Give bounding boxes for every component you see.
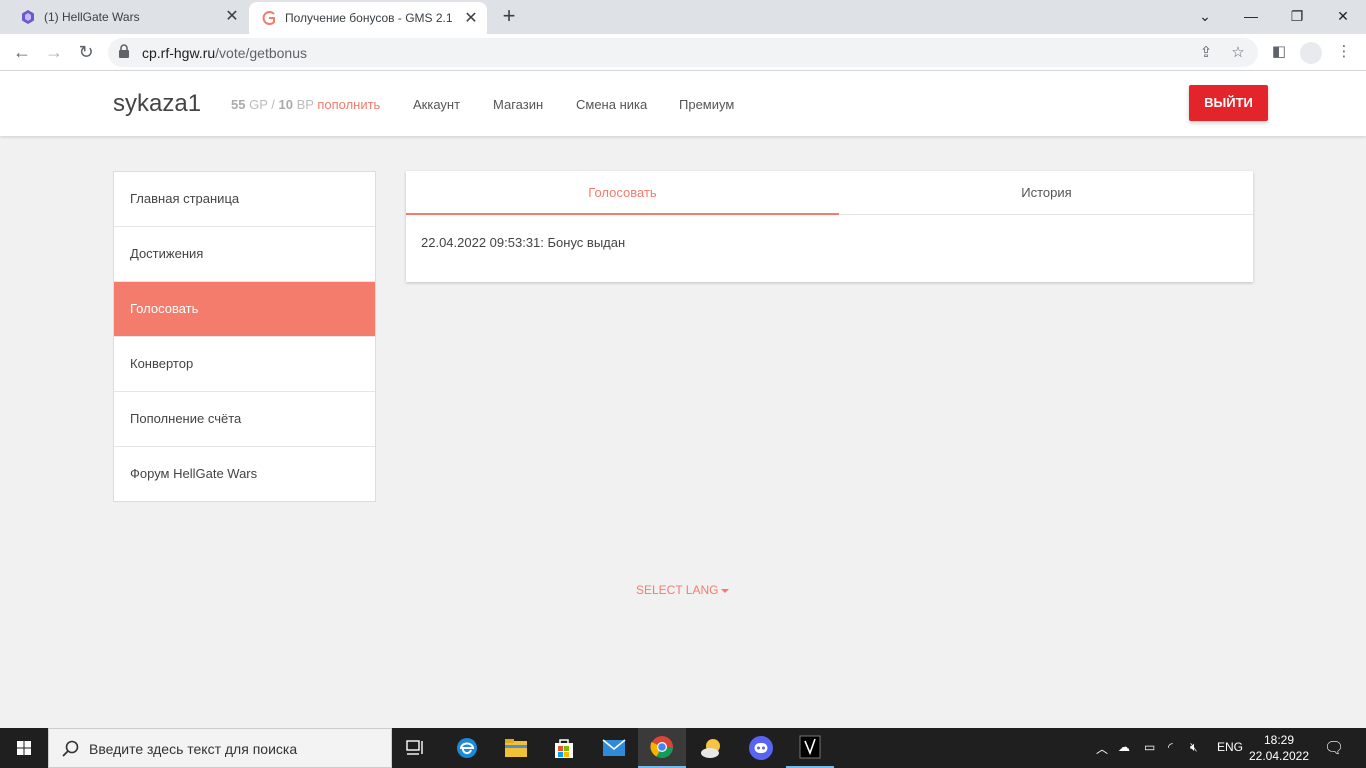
- browser-tab-hellgate[interactable]: (1) HellGate Wars ✕: [8, 0, 248, 34]
- forward-icon[interactable]: →: [42, 40, 66, 64]
- profile-avatar-icon[interactable]: [1300, 42, 1322, 64]
- gms-favicon-icon: [261, 10, 277, 26]
- topup-link[interactable]: пополнить: [317, 97, 380, 112]
- sidebar-item-forum[interactable]: Форум HellGate Wars: [114, 447, 375, 502]
- browser-tab-active[interactable]: Получение бонусов - GMS 2.1 ✕: [249, 2, 487, 34]
- restore-icon[interactable]: ❐: [1274, 4, 1320, 30]
- sidebar-item-achievements[interactable]: Достижения: [114, 227, 375, 282]
- browser-toolbar: ← → ↻ cp.rf-hgw.ru/vote/getbonus ⇪ ☆ ◧ ⋮: [0, 34, 1366, 71]
- vote-tabs: Голосовать История: [406, 171, 1253, 215]
- close-icon[interactable]: ✕: [224, 9, 240, 25]
- browser-tab-strip: (1) HellGate Wars ✕ Получение бонусов - …: [0, 0, 1366, 34]
- nav-premium[interactable]: Премиум: [679, 97, 734, 112]
- lock-icon[interactable]: [118, 44, 132, 60]
- microsoft-store-icon[interactable]: [540, 728, 588, 768]
- tab-history[interactable]: История: [830, 171, 1263, 215]
- clock-date: 22.04.2022: [1248, 749, 1310, 763]
- select-lang-label: SELECT LANG: [636, 583, 719, 597]
- sidebar-menu: Главная страница Достижения Голосовать К…: [113, 171, 376, 502]
- nav-shop[interactable]: Магазин: [493, 97, 543, 112]
- windows-taskbar: Введите здесь текст для поиска ︿ ☁ ▭ ◜ 🔇…: [0, 728, 1366, 768]
- search-icon: [61, 739, 81, 759]
- logout-button[interactable]: ВЫЙТИ: [1189, 85, 1268, 121]
- task-view-icon[interactable]: [392, 728, 440, 768]
- select-lang-dropdown[interactable]: SELECT LANG: [636, 583, 730, 597]
- vote-card: Голосовать История 22.04.2022 09:53:31: …: [406, 171, 1253, 282]
- address-bar[interactable]: cp.rf-hgw.ru/vote/getbonus ⇪ ☆: [108, 38, 1258, 67]
- sidebar-item-converter[interactable]: Конвертор: [114, 337, 375, 392]
- clock[interactable]: 18:29 22.04.2022: [1248, 732, 1310, 764]
- notifications-icon[interactable]: 🗨︎: [1324, 738, 1344, 758]
- new-tab-icon[interactable]: +: [498, 5, 520, 29]
- tab-title: Получение бонусов - GMS 2.1: [285, 11, 453, 25]
- edge-icon[interactable]: [443, 728, 491, 768]
- menu-kebab-icon[interactable]: ⋮: [1332, 40, 1356, 64]
- discord-icon[interactable]: [737, 728, 785, 768]
- nav-account[interactable]: Аккаунт: [413, 97, 460, 112]
- window-close-icon[interactable]: ✕: [1320, 4, 1366, 30]
- nav-change-nick[interactable]: Смена ника: [576, 97, 647, 112]
- share-icon[interactable]: ⇪: [1196, 43, 1216, 63]
- back-icon[interactable]: ←: [10, 40, 34, 64]
- site-header: sykaza1 55 GP / 10 BP пополнить Аккаунт …: [0, 71, 1366, 136]
- caret-down-icon: [721, 588, 730, 593]
- sidebar-item-vote[interactable]: Голосовать: [114, 282, 375, 337]
- weather-icon[interactable]: [688, 728, 736, 768]
- sidebar-item-home[interactable]: Главная страница: [114, 172, 375, 227]
- bonus-message: 22.04.2022 09:53:31: Бонус выдан: [421, 235, 626, 250]
- search-placeholder: Введите здесь текст для поиска: [89, 741, 298, 757]
- side-panel-icon[interactable]: ◧: [1267, 40, 1291, 64]
- file-explorer-icon[interactable]: [492, 728, 540, 768]
- username[interactable]: sykaza1: [113, 90, 201, 118]
- game-launcher-icon[interactable]: [786, 728, 834, 768]
- clock-time: 18:29: [1263, 733, 1295, 747]
- reload-icon[interactable]: ↻: [74, 40, 98, 64]
- windows-start-icon[interactable]: [0, 728, 48, 768]
- bookmark-star-icon[interactable]: ☆: [1228, 43, 1248, 63]
- onedrive-icon[interactable]: ☁: [1118, 740, 1130, 754]
- url-text: cp.rf-hgw.ru/vote/getbonus: [142, 45, 307, 61]
- sidebar-item-topup[interactable]: Пополнение счёта: [114, 392, 375, 447]
- language-indicator[interactable]: ENG: [1217, 740, 1243, 754]
- wifi-icon[interactable]: ◜: [1168, 740, 1173, 754]
- battery-icon[interactable]: ▭: [1144, 740, 1155, 754]
- tab-title: (1) HellGate Wars: [44, 10, 140, 24]
- close-icon[interactable]: ✕: [463, 11, 479, 27]
- mail-icon[interactable]: [590, 728, 638, 768]
- chrome-icon[interactable]: [638, 728, 686, 768]
- tray-chevron-up-icon[interactable]: ︿: [1096, 740, 1108, 757]
- minimize-icon[interactable]: —: [1228, 4, 1274, 30]
- tab-vote[interactable]: Голосовать: [406, 171, 839, 215]
- hellgate-favicon-icon: [20, 9, 36, 25]
- volume-muted-icon[interactable]: 🔇︎: [1190, 740, 1198, 755]
- tab-search-icon[interactable]: ⌄: [1182, 4, 1228, 30]
- taskbar-search[interactable]: Введите здесь текст для поиска: [48, 728, 392, 768]
- balance: 55 GP / 10 BP пополнить: [231, 97, 381, 112]
